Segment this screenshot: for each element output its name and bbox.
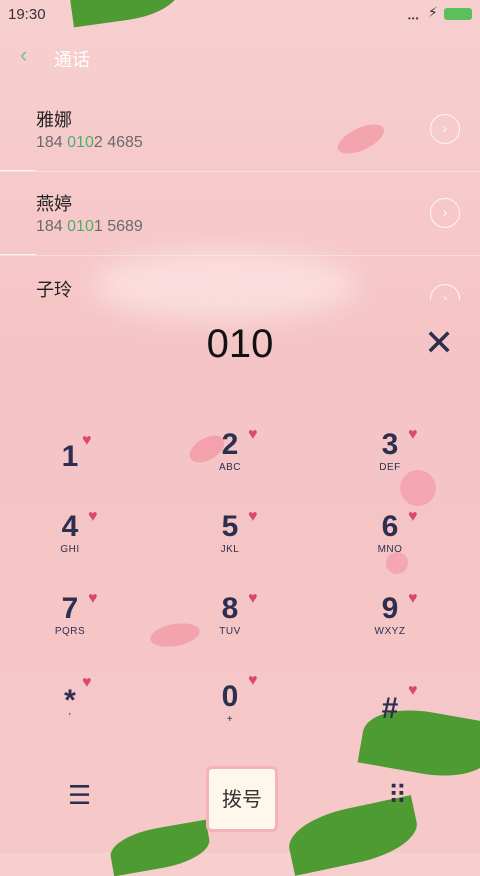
heart-icon: ♥	[408, 508, 418, 525]
dial-keypad: 1 ♥ 2 ABC ♥ 3 DEF ♥ 4 GHI ♥ 5 JKL ♥ 6 MNO ♥ 7 PQRS ♥ …	[0, 426, 480, 758]
key-9[interactable]: 9 WXYZ ♥	[330, 590, 450, 672]
key-digit: 3	[381, 428, 399, 461]
key-digit: 2	[221, 428, 239, 461]
clear-input-icon[interactable]: ✕	[424, 322, 454, 364]
list-divider	[0, 255, 480, 256]
page-title: 通话	[54, 50, 90, 70]
back-chevron-icon[interactable]: ‹	[20, 42, 27, 68]
contact-row[interactable]: 子玲 ›	[0, 260, 480, 300]
status-bar: 19:30 ••• ⚡	[0, 0, 480, 28]
heart-icon: ♥	[248, 508, 258, 525]
key-letters: GHI	[60, 544, 80, 555]
battery-icon	[444, 8, 472, 20]
key-star[interactable]: *, ♥	[10, 674, 130, 754]
contact-name: 雅娜	[36, 110, 72, 130]
key-letters: +	[226, 714, 234, 725]
key-2[interactable]: 2 ABC ♥	[170, 426, 290, 508]
key-8[interactable]: 8 TUV ♥	[170, 590, 290, 672]
contact-detail-chevron-icon[interactable]: ›	[430, 198, 460, 228]
heart-icon: ♥	[82, 674, 92, 691]
key-digit: 0	[221, 680, 239, 713]
heart-icon: ♥	[408, 426, 418, 443]
key-4[interactable]: 4 GHI ♥	[10, 508, 130, 590]
contact-detail-chevron-icon[interactable]: ›	[430, 114, 460, 144]
key-letters: ABC	[218, 462, 242, 473]
signal-icon: •••	[408, 14, 420, 23]
key-digit: 6	[381, 510, 399, 543]
contact-number: 184 0102 4685	[36, 134, 143, 151]
key-letters: JKL	[220, 544, 240, 555]
key-digit: 1	[61, 440, 79, 473]
dial-input-display: 010	[206, 322, 274, 366]
key-digit: 5	[221, 510, 239, 543]
leaf-decoration	[107, 819, 213, 876]
key-1[interactable]: 1 ♥	[10, 428, 130, 508]
key-digit: 4	[61, 510, 79, 543]
key-digit: 7	[61, 592, 79, 625]
heart-icon: ♥	[248, 672, 258, 689]
heart-icon: ♥	[248, 590, 258, 607]
contact-detail-chevron-icon[interactable]: ›	[430, 284, 460, 300]
key-letters: TUV	[219, 626, 241, 637]
key-digit: 9	[381, 592, 399, 625]
heart-icon: ♥	[82, 432, 92, 449]
key-7[interactable]: 7 PQRS ♥	[10, 590, 130, 672]
heart-icon: ♥	[88, 590, 98, 607]
heart-icon: ♥	[88, 508, 98, 525]
contact-row[interactable]: 燕婷 184 0101 5689 ›	[0, 176, 480, 260]
keypad-toggle-icon[interactable]: ⠿	[388, 780, 407, 811]
heart-icon: ♥	[408, 682, 418, 699]
number-match: 010	[67, 218, 94, 235]
number-match: 010	[67, 134, 94, 151]
charging-icon: ⚡	[428, 4, 438, 20]
key-digit: #	[381, 692, 399, 725]
contact-row[interactable]: 雅娜 184 0102 4685 ›	[0, 92, 480, 176]
status-time: 19:30	[8, 6, 46, 23]
heart-icon: ♥	[248, 426, 258, 443]
key-letters: PQRS	[54, 626, 86, 637]
key-letters: WXYZ	[374, 626, 406, 637]
contact-name: 燕婷	[36, 194, 72, 214]
menu-icon[interactable]: ☰	[68, 780, 91, 811]
key-5[interactable]: 5 JKL ♥	[170, 508, 290, 590]
heart-icon: ♥	[408, 590, 418, 607]
key-digit: 8	[221, 592, 239, 625]
list-divider	[0, 171, 480, 172]
key-6[interactable]: 6 MNO ♥	[330, 508, 450, 590]
contact-name: 子玲	[36, 280, 72, 300]
key-letters: MNO	[377, 544, 403, 555]
contact-number: 184 0101 5689	[36, 218, 143, 235]
key-0[interactable]: 0 + ♥	[170, 672, 290, 754]
key-3[interactable]: 3 DEF ♥	[330, 426, 450, 508]
key-hash[interactable]: # ♥	[330, 674, 450, 754]
key-letters: ,	[68, 706, 72, 717]
key-letters: DEF	[379, 462, 401, 473]
dial-button[interactable]: 拨号	[206, 766, 278, 832]
